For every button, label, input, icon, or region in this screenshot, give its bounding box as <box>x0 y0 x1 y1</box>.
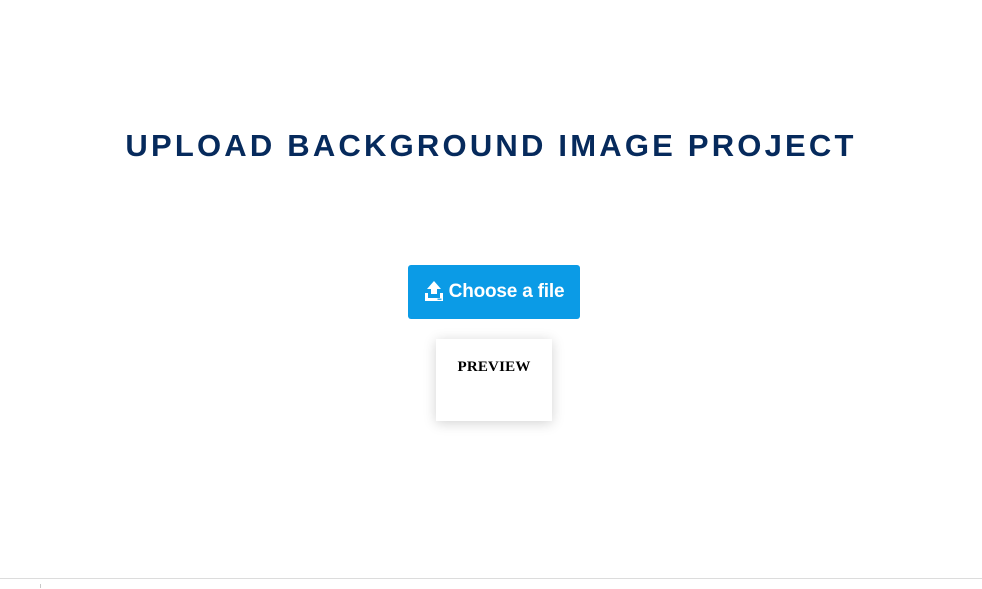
preview-label: PREVIEW <box>457 359 531 375</box>
choose-file-button[interactable]: Choose a file <box>408 265 580 319</box>
preview-box: PREVIEW <box>436 339 552 421</box>
divider-mark <box>40 584 41 588</box>
bottom-divider <box>0 578 982 579</box>
upload-icon <box>424 280 444 302</box>
page-title: UPLOAD BACKGROUND IMAGE PROJECT <box>125 128 857 163</box>
choose-file-label: Choose a file <box>448 281 565 302</box>
